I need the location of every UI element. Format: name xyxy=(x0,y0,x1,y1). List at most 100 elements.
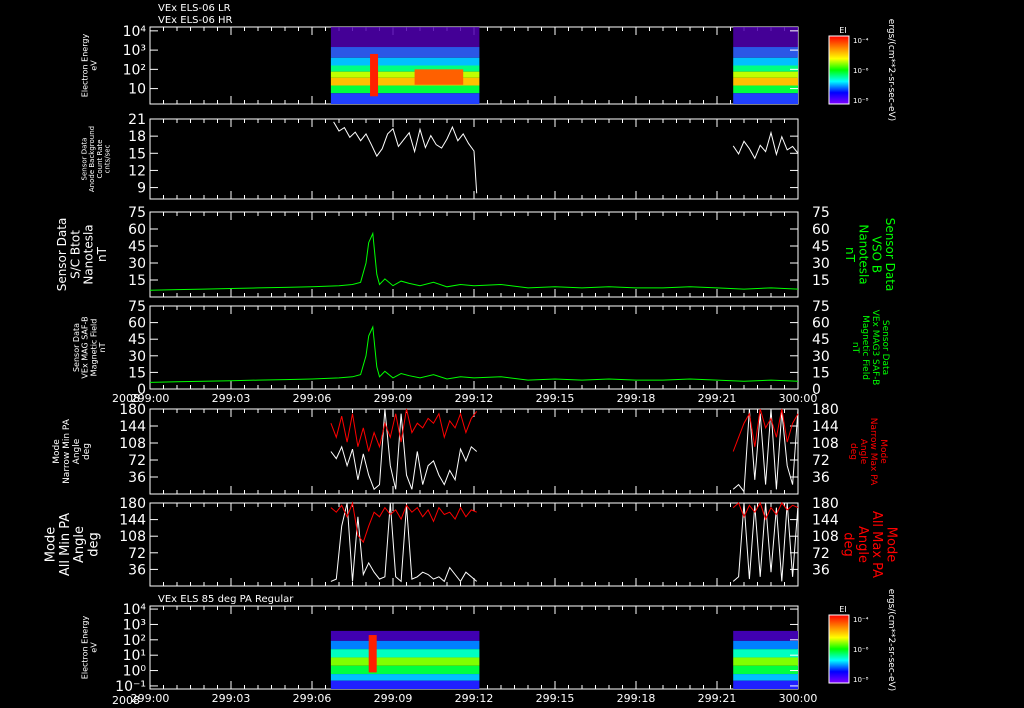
heatmap-band xyxy=(330,85,480,94)
panel-6-ylabel: ModeAll Min PAAngledeg xyxy=(44,513,102,576)
y-tick-label-right: 180 xyxy=(812,496,839,512)
ephemeris-plot: VEx ELS-06 LR VEx ELS-06 HR VEx ELS 85 d… xyxy=(44,3,899,707)
y-tick-label-right: 60 xyxy=(812,222,830,238)
x-tick-label: 299:18 xyxy=(617,392,656,405)
x-tick-label: 299:03 xyxy=(212,692,251,705)
heatmap-band xyxy=(733,85,798,94)
y-tick-label: 21 xyxy=(128,112,146,128)
panel-5-ylabel-right: ModeNarrow Max PAAngledeg xyxy=(848,418,888,486)
heatmap-spike xyxy=(368,635,377,673)
y-tick-label: 10 xyxy=(128,82,146,98)
heatmap-band xyxy=(330,27,480,48)
y-tick-label-right: 15 xyxy=(812,365,830,381)
y-tick-label-right: 108 xyxy=(812,529,839,545)
ylabel-line: S/C Btot xyxy=(68,230,82,279)
y-tick-label: 45 xyxy=(128,332,146,348)
x-tick-label: 299:12 xyxy=(455,392,494,405)
colorbar-bottom xyxy=(828,614,850,684)
ylabel-right-line: deg xyxy=(848,443,858,460)
count-rate-line xyxy=(732,130,799,160)
heatmap-band xyxy=(330,657,480,666)
y-tick-label-right: 30 xyxy=(812,349,830,365)
y-tick-label: 30 xyxy=(128,349,146,365)
heatmap-band xyxy=(330,57,480,66)
x-tick-label: 300:00 xyxy=(779,692,818,705)
panel-2-frame xyxy=(149,118,799,200)
y-tick-label: 9 xyxy=(137,181,146,197)
y-tick-label: 36 xyxy=(128,470,146,486)
y-tick-label: 10⁻¹ xyxy=(115,679,146,695)
heatmap-band xyxy=(330,630,480,641)
y-tick-label: 12 xyxy=(128,163,146,179)
narrow-max-pa-line xyxy=(732,408,799,452)
ylabel-right-line: Angle xyxy=(858,439,868,465)
heatmap-band xyxy=(330,93,480,104)
y-tick-label-right: 0 xyxy=(812,382,821,398)
y-tick-label: 36 xyxy=(128,562,146,578)
heatmap-band xyxy=(733,630,798,641)
panel-6-frame xyxy=(149,502,799,587)
panel-4-ylabel: Sensor DataVEx MAG SAF-BMagnetic FieldnT xyxy=(72,316,107,378)
panel-3-ylabel: Sensor DataS/C BtotNanoteslanT xyxy=(55,218,109,292)
ylabel-right-line: VSO B xyxy=(870,236,884,273)
ylabel-right-line: Narrow Max PA xyxy=(868,418,878,486)
y-tick-label: 15 xyxy=(128,273,146,289)
x-tick-label: 299:12 xyxy=(455,692,494,705)
ylabel-line: Mode xyxy=(52,439,62,464)
heatmap-band xyxy=(733,93,798,104)
panel-1-ylabel: Electron EnergyeV xyxy=(81,34,99,98)
y-tick-label: 180 xyxy=(119,496,146,512)
ylabel-line: All Min PA xyxy=(58,513,73,576)
ylabel-right-line: VEx MAG3 SAF-B xyxy=(870,310,880,386)
ylabel-line: Electron Energy xyxy=(81,34,90,98)
y-tick-label-right: 108 xyxy=(812,436,839,452)
y-tick-label: 75 xyxy=(128,299,146,315)
header-line1: VEx ELS-06 LR xyxy=(158,3,231,14)
y-tick-label-right: 36 xyxy=(812,562,830,578)
heatmap-band xyxy=(733,65,798,72)
heatmap-band xyxy=(733,649,798,658)
heatmap-band xyxy=(733,27,798,48)
panel-5-frame xyxy=(149,408,799,495)
ylabel-line: eV xyxy=(89,642,98,653)
all-min-pa-line xyxy=(330,502,478,583)
ylabel-line: eV xyxy=(89,60,98,71)
y-tick-label-right: 45 xyxy=(812,332,830,348)
ylabel-line: cnts/sec xyxy=(104,144,112,173)
mag-field-line xyxy=(149,325,799,383)
x-tick-label: 299:15 xyxy=(536,392,575,405)
y-tick-label: 10³ xyxy=(123,43,146,59)
x-tick-label: 299:06 xyxy=(293,392,332,405)
panel-3-frame xyxy=(149,211,799,298)
colorbar-label: EI xyxy=(839,605,846,614)
colorbar-tick-label: 10⁻⁴ xyxy=(853,616,869,624)
heatmap-band xyxy=(733,665,798,675)
y-tick-label: 10⁴ xyxy=(123,602,147,618)
ylabel-line: nT xyxy=(95,246,109,262)
y-tick-label-right: 75 xyxy=(812,299,830,315)
y-tick-label: 10² xyxy=(123,633,146,649)
y-tick-label: 10⁴ xyxy=(123,24,147,40)
colorbar-tick-label: 10⁻⁸ xyxy=(853,97,869,105)
colorbar-units-top: ergs/(cm**2-sr-sec-eV) xyxy=(886,19,896,121)
heatmap-band xyxy=(733,77,798,86)
y-tick-label: 108 xyxy=(119,529,146,545)
y-tick-label: 0 xyxy=(137,382,146,398)
panel7-title: VEx ELS 85 deg PA Regular xyxy=(158,594,294,605)
x-tick-label: 299:06 xyxy=(293,692,332,705)
y-tick-label: 15 xyxy=(128,146,146,162)
y-tick-label-right: 75 xyxy=(812,205,830,221)
heatmap-band xyxy=(330,649,480,658)
heatmap-band xyxy=(330,640,480,650)
ylabel-right-line: Angle xyxy=(855,526,870,563)
y-tick-label-right: 15 xyxy=(812,273,830,289)
ylabel-line: Magnetic Field xyxy=(89,319,98,377)
x-tick-label: 299:09 xyxy=(374,392,413,405)
y-tick-label: 75 xyxy=(128,205,146,221)
ylabel-line: Electron Energy xyxy=(81,616,90,680)
ylabel-right-line: Sensor Data xyxy=(883,218,897,292)
ylabel-line: Angle xyxy=(72,526,87,563)
colorbar-top xyxy=(828,35,850,105)
heatmap-spike xyxy=(370,53,379,97)
heatmap-band xyxy=(733,47,798,58)
